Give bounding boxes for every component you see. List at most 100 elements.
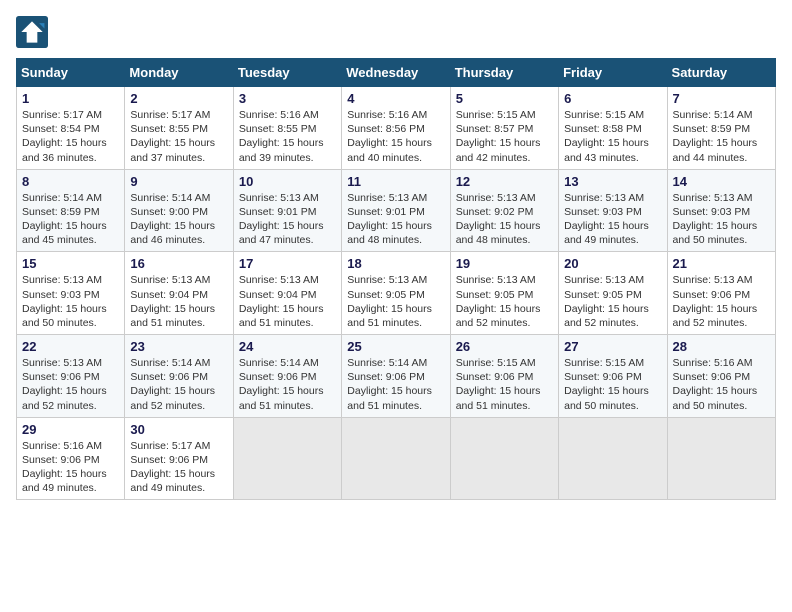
- calendar-cell: [667, 417, 775, 500]
- day-number: 9: [130, 174, 227, 189]
- day-number: 24: [239, 339, 336, 354]
- day-info: Sunrise: 5:17 AM Sunset: 8:55 PM Dayligh…: [130, 108, 227, 165]
- day-number: 21: [673, 256, 770, 271]
- day-info: Sunrise: 5:13 AM Sunset: 9:02 PM Dayligh…: [456, 191, 553, 248]
- calendar-cell: 11 Sunrise: 5:13 AM Sunset: 9:01 PM Dayli…: [342, 169, 450, 252]
- calendar-cell: 30 Sunrise: 5:17 AM Sunset: 9:06 PM Dayli…: [125, 417, 233, 500]
- calendar-cell: 19 Sunrise: 5:13 AM Sunset: 9:05 PM Dayli…: [450, 252, 558, 335]
- logo-icon: [16, 16, 48, 48]
- calendar-week-row: 15 Sunrise: 5:13 AM Sunset: 9:03 PM Dayli…: [17, 252, 776, 335]
- day-number: 12: [456, 174, 553, 189]
- day-info: Sunrise: 5:13 AM Sunset: 9:03 PM Dayligh…: [673, 191, 770, 248]
- day-number: 7: [673, 91, 770, 106]
- day-number: 30: [130, 422, 227, 437]
- day-number: 28: [673, 339, 770, 354]
- calendar-cell: 4 Sunrise: 5:16 AM Sunset: 8:56 PM Daylig…: [342, 87, 450, 170]
- day-number: 20: [564, 256, 661, 271]
- day-info: Sunrise: 5:14 AM Sunset: 9:00 PM Dayligh…: [130, 191, 227, 248]
- day-info: Sunrise: 5:14 AM Sunset: 9:06 PM Dayligh…: [130, 356, 227, 413]
- calendar-cell: 2Sunrise: 5:17 AM Sunset: 8:55 PM Daylig…: [125, 87, 233, 170]
- day-info: Sunrise: 5:14 AM Sunset: 9:06 PM Dayligh…: [239, 356, 336, 413]
- day-info: Sunrise: 5:14 AM Sunset: 9:06 PM Dayligh…: [347, 356, 444, 413]
- day-info: Sunrise: 5:17 AM Sunset: 9:06 PM Dayligh…: [130, 439, 227, 496]
- day-number: 27: [564, 339, 661, 354]
- calendar-cell: 26 Sunrise: 5:15 AM Sunset: 9:06 PM Dayli…: [450, 335, 558, 418]
- day-number: 13: [564, 174, 661, 189]
- day-info: Sunrise: 5:13 AM Sunset: 9:06 PM Dayligh…: [22, 356, 119, 413]
- day-number: 1: [22, 91, 119, 106]
- day-info: Sunrise: 5:13 AM Sunset: 9:01 PM Dayligh…: [347, 191, 444, 248]
- day-info: Sunrise: 5:16 AM Sunset: 8:56 PM Dayligh…: [347, 108, 444, 165]
- day-info: Sunrise: 5:15 AM Sunset: 8:57 PM Dayligh…: [456, 108, 553, 165]
- day-info: Sunrise: 5:13 AM Sunset: 9:04 PM Dayligh…: [130, 273, 227, 330]
- weekday-header: Saturday: [667, 59, 775, 87]
- day-info: Sunrise: 5:16 AM Sunset: 9:06 PM Dayligh…: [22, 439, 119, 496]
- calendar-week-row: 1 Sunrise: 5:17 AM Sunset: 8:54 PM Daylig…: [17, 87, 776, 170]
- calendar-cell: [559, 417, 667, 500]
- day-number: 11: [347, 174, 444, 189]
- calendar-cell: 8Sunrise: 5:14 AM Sunset: 8:59 PM Daylig…: [17, 169, 125, 252]
- day-info: Sunrise: 5:13 AM Sunset: 9:05 PM Dayligh…: [347, 273, 444, 330]
- calendar-cell: 28 Sunrise: 5:16 AM Sunset: 9:06 PM Dayli…: [667, 335, 775, 418]
- day-info: Sunrise: 5:16 AM Sunset: 8:55 PM Dayligh…: [239, 108, 336, 165]
- calendar-week-row: 22 Sunrise: 5:13 AM Sunset: 9:06 PM Dayli…: [17, 335, 776, 418]
- day-info: Sunrise: 5:17 AM Sunset: 8:54 PM Dayligh…: [22, 108, 119, 165]
- page-header: [16, 16, 776, 48]
- calendar-cell: 25 Sunrise: 5:14 AM Sunset: 9:06 PM Dayli…: [342, 335, 450, 418]
- calendar-cell: 5 Sunrise: 5:15 AM Sunset: 8:57 PM Daylig…: [450, 87, 558, 170]
- weekday-header: Tuesday: [233, 59, 341, 87]
- day-number: 19: [456, 256, 553, 271]
- day-info: Sunrise: 5:13 AM Sunset: 9:03 PM Dayligh…: [22, 273, 119, 330]
- calendar-cell: 16Sunrise: 5:13 AM Sunset: 9:04 PM Dayli…: [125, 252, 233, 335]
- calendar-cell: [450, 417, 558, 500]
- calendar-cell: 22 Sunrise: 5:13 AM Sunset: 9:06 PM Dayli…: [17, 335, 125, 418]
- day-info: Sunrise: 5:13 AM Sunset: 9:06 PM Dayligh…: [673, 273, 770, 330]
- day-info: Sunrise: 5:13 AM Sunset: 9:04 PM Dayligh…: [239, 273, 336, 330]
- calendar-cell: 1 Sunrise: 5:17 AM Sunset: 8:54 PM Daylig…: [17, 87, 125, 170]
- day-info: Sunrise: 5:15 AM Sunset: 9:06 PM Dayligh…: [456, 356, 553, 413]
- day-info: Sunrise: 5:13 AM Sunset: 9:01 PM Dayligh…: [239, 191, 336, 248]
- calendar-cell: 20 Sunrise: 5:13 AM Sunset: 9:05 PM Dayli…: [559, 252, 667, 335]
- calendar-cell: 3 Sunrise: 5:16 AM Sunset: 8:55 PM Daylig…: [233, 87, 341, 170]
- weekday-header: Wednesday: [342, 59, 450, 87]
- calendar-cell: 14Sunrise: 5:13 AM Sunset: 9:03 PM Dayli…: [667, 169, 775, 252]
- day-number: 6: [564, 91, 661, 106]
- day-number: 3: [239, 91, 336, 106]
- day-info: Sunrise: 5:14 AM Sunset: 8:59 PM Dayligh…: [673, 108, 770, 165]
- day-number: 29: [22, 422, 119, 437]
- day-number: 23: [130, 339, 227, 354]
- day-number: 4: [347, 91, 444, 106]
- calendar-week-row: 29 Sunrise: 5:16 AM Sunset: 9:06 PM Dayli…: [17, 417, 776, 500]
- weekday-header: Friday: [559, 59, 667, 87]
- day-info: Sunrise: 5:14 AM Sunset: 8:59 PM Dayligh…: [22, 191, 119, 248]
- day-info: Sunrise: 5:15 AM Sunset: 8:58 PM Dayligh…: [564, 108, 661, 165]
- day-info: Sunrise: 5:13 AM Sunset: 9:05 PM Dayligh…: [564, 273, 661, 330]
- calendar-cell: 23 Sunrise: 5:14 AM Sunset: 9:06 PM Dayli…: [125, 335, 233, 418]
- logo: [16, 16, 52, 48]
- day-number: 15: [22, 256, 119, 271]
- day-info: Sunrise: 5:15 AM Sunset: 9:06 PM Dayligh…: [564, 356, 661, 413]
- day-number: 5: [456, 91, 553, 106]
- calendar-cell: 13 Sunrise: 5:13 AM Sunset: 9:03 PM Dayli…: [559, 169, 667, 252]
- calendar-cell: 12 Sunrise: 5:13 AM Sunset: 9:02 PM Dayli…: [450, 169, 558, 252]
- weekday-header: Thursday: [450, 59, 558, 87]
- calendar-cell: 21 Sunrise: 5:13 AM Sunset: 9:06 PM Dayli…: [667, 252, 775, 335]
- calendar-cell: [342, 417, 450, 500]
- weekday-row: SundayMondayTuesdayWednesdayThursdayFrid…: [17, 59, 776, 87]
- day-info: Sunrise: 5:13 AM Sunset: 9:03 PM Dayligh…: [564, 191, 661, 248]
- calendar-week-row: 8Sunrise: 5:14 AM Sunset: 8:59 PM Daylig…: [17, 169, 776, 252]
- day-number: 10: [239, 174, 336, 189]
- calendar-cell: 15 Sunrise: 5:13 AM Sunset: 9:03 PM Dayli…: [17, 252, 125, 335]
- calendar-cell: 7 Sunrise: 5:14 AM Sunset: 8:59 PM Daylig…: [667, 87, 775, 170]
- day-info: Sunrise: 5:13 AM Sunset: 9:05 PM Dayligh…: [456, 273, 553, 330]
- calendar-cell: 18Sunrise: 5:13 AM Sunset: 9:05 PM Dayli…: [342, 252, 450, 335]
- calendar-table: SundayMondayTuesdayWednesdayThursdayFrid…: [16, 58, 776, 500]
- calendar-header: SundayMondayTuesdayWednesdayThursdayFrid…: [17, 59, 776, 87]
- weekday-header: Sunday: [17, 59, 125, 87]
- day-number: 25: [347, 339, 444, 354]
- day-info: Sunrise: 5:16 AM Sunset: 9:06 PM Dayligh…: [673, 356, 770, 413]
- day-number: 22: [22, 339, 119, 354]
- calendar-cell: 27 Sunrise: 5:15 AM Sunset: 9:06 PM Dayli…: [559, 335, 667, 418]
- calendar-cell: 9 Sunrise: 5:14 AM Sunset: 9:00 PM Daylig…: [125, 169, 233, 252]
- day-number: 26: [456, 339, 553, 354]
